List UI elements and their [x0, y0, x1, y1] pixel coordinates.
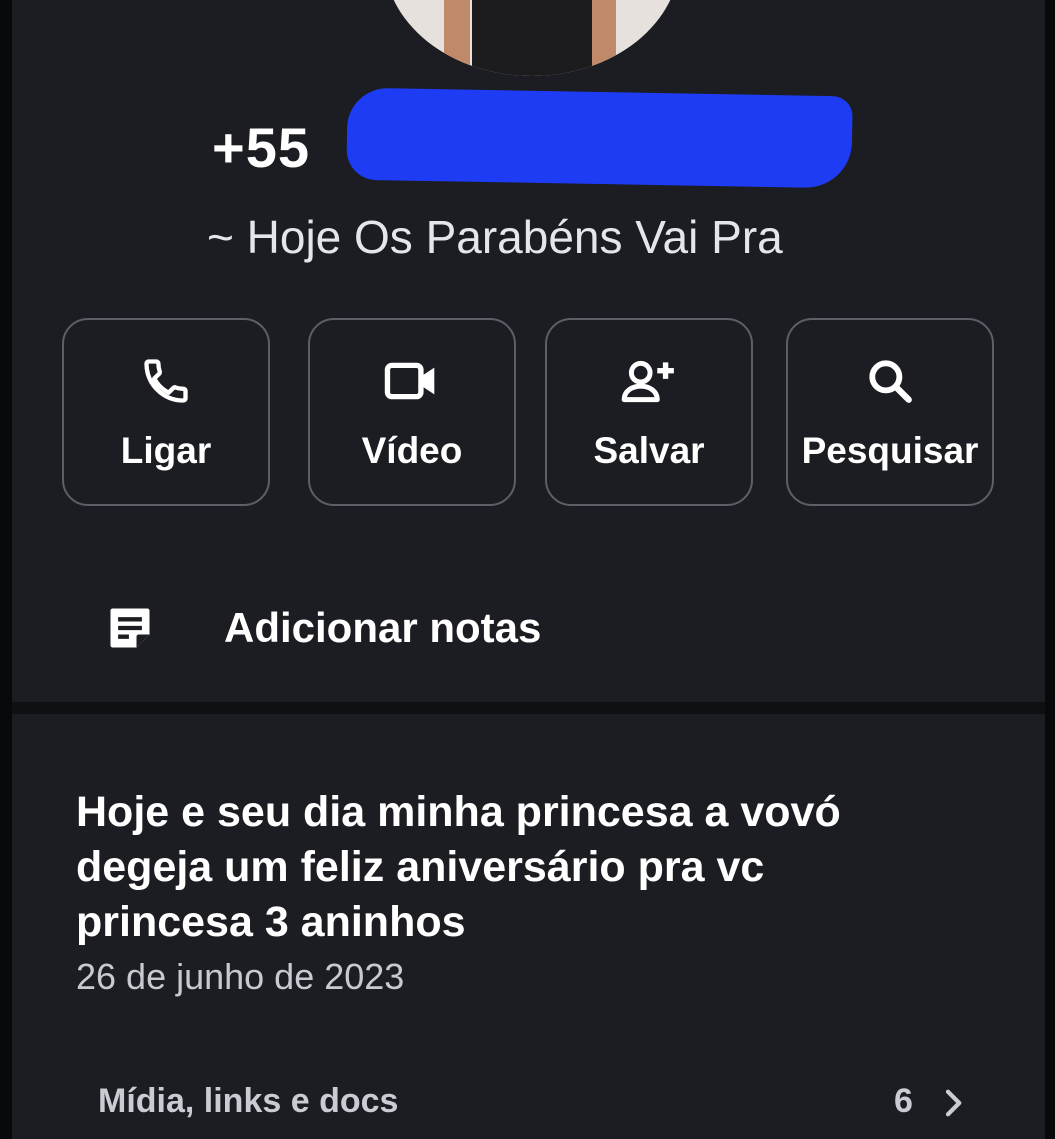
contact-status-text: ~ Hoje Os Parabéns Vai Pra: [207, 211, 783, 263]
add-notes-label: Adicionar notas: [224, 604, 542, 651]
action-buttons-row: Ligar Vídeo Salvar Pesquisar: [62, 318, 1012, 508]
video-call-button-label: Vídeo: [361, 430, 463, 471]
about-text-line-2: degeja um feliz aniversário pra vc: [76, 843, 765, 891]
about-text-line-1: Hoje e seu dia minha princesa a vovó: [76, 788, 841, 836]
media-count: 6: [894, 1082, 913, 1120]
search-button[interactable]: Pesquisar: [786, 318, 994, 506]
video-call-button[interactable]: Vídeo: [308, 318, 516, 506]
phone-icon: [137, 352, 195, 410]
save-contact-button[interactable]: Salvar: [545, 318, 753, 506]
media-links-docs-label: Mídia, links e docs: [98, 1082, 399, 1120]
contact-phone-number: +55: [212, 116, 310, 179]
call-button-label: Ligar: [120, 430, 212, 471]
contact-info-screen: +55 ~ Hoje Os Parabéns Vai Pra Ligar Víd…: [12, 0, 1048, 1139]
call-button[interactable]: Ligar: [62, 318, 270, 506]
note-icon: [104, 602, 160, 658]
media-links-docs-row[interactable]: Mídia, links e docs 6: [88, 1082, 988, 1132]
about-section: Hoje e seu dia minha princesa a vovó deg…: [76, 785, 976, 998]
section-divider: [12, 702, 1048, 714]
redaction-mark: [346, 87, 853, 189]
save-contact-button-label: Salvar: [593, 430, 705, 471]
search-button-label: Pesquisar: [801, 430, 979, 471]
search-icon: [861, 352, 919, 410]
about-date: 26 de junho de 2023: [76, 956, 405, 997]
profile-avatar[interactable]: [384, 0, 680, 76]
add-contact-icon: [620, 352, 678, 410]
screen-bezel-right: [1045, 0, 1055, 1139]
video-icon: [383, 352, 441, 410]
about-text-line-3: princesa 3 aninhos: [76, 898, 466, 946]
add-notes-row[interactable]: Adicionar notas: [92, 598, 992, 668]
chevron-right-icon: [938, 1088, 968, 1118]
